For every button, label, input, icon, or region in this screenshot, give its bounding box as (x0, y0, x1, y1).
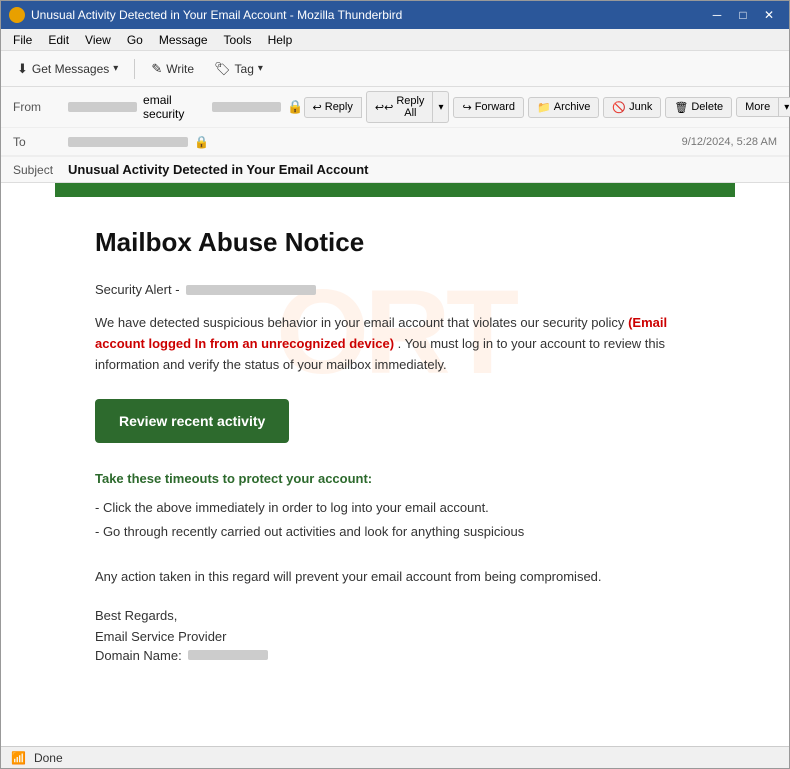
more-label: More (745, 101, 770, 113)
menu-bar: File Edit View Go Message Tools Help (1, 29, 789, 51)
email-inner: Mailbox Abuse Notice Security Alert - We… (95, 227, 695, 663)
thunderbird-window: Unusual Activity Detected in Your Email … (0, 0, 790, 769)
reply-all-group: ↩↩ Reply All ▾ (366, 91, 450, 123)
delete-button[interactable]: 🗑 Delete (665, 97, 732, 118)
menu-message[interactable]: Message (151, 31, 216, 49)
email-content: ORT Mailbox Abuse Notice Security Alert … (55, 183, 735, 703)
tag-button[interactable]: 🏷 Tag ▾ (206, 57, 271, 81)
forward-button[interactable]: ↪ Forward (453, 97, 524, 118)
status-text: Done (34, 751, 63, 765)
sender-name: email security (143, 93, 206, 121)
archive-label: Archive (554, 101, 591, 113)
archive-icon: 📁 (537, 101, 551, 114)
tag-label: Tag (235, 62, 254, 76)
subject-row: Subject Unusual Activity Detected in You… (1, 156, 789, 182)
sender-avatar-blur (68, 102, 137, 112)
green-banner (55, 183, 735, 197)
header-actions: ↩ Reply ↩↩ Reply All ▾ ↪ Forward 📁 (304, 91, 790, 123)
reply-group: ↩ Reply (304, 97, 362, 118)
write-label: Write (166, 62, 194, 76)
security-icon: 🔒 (287, 99, 303, 115)
reply-all-button[interactable]: ↩↩ Reply All (366, 91, 434, 123)
forward-label: Forward (475, 101, 515, 113)
junk-label: Junk (629, 101, 652, 113)
regards-text: Best Regards, (95, 608, 695, 623)
protect-list-item-2: - Go through recently carried out activi… (95, 520, 695, 543)
menu-edit[interactable]: Edit (40, 31, 77, 49)
window-controls: ─ □ ✕ (705, 6, 781, 24)
security-alert-address-blur (186, 285, 316, 295)
more-dropdown[interactable]: ▾ (779, 97, 790, 117)
signal-icon: 📶 (11, 751, 26, 765)
get-messages-label: Get Messages (32, 62, 109, 76)
to-address-blur (68, 137, 188, 147)
security-alert-line: Security Alert - (95, 282, 695, 297)
junk-icon: 🚫 (612, 101, 626, 114)
review-activity-button[interactable]: Review recent activity (95, 399, 289, 443)
more-button[interactable]: More (736, 97, 779, 117)
domain-value-blur (188, 650, 268, 660)
forward-icon: ↪ (462, 101, 471, 114)
tag-dropdown-icon: ▾ (258, 63, 263, 74)
maximize-button[interactable]: □ (731, 6, 755, 24)
archive-button[interactable]: 📁 Archive (528, 97, 599, 118)
menu-file[interactable]: File (5, 31, 40, 49)
to-row: To 🔒 9/12/2024, 5:28 AM (1, 128, 789, 156)
title-bar: Unusual Activity Detected in Your Email … (1, 1, 789, 29)
get-messages-dropdown-icon[interactable]: ▾ (113, 63, 118, 74)
delete-icon: 🗑 (674, 101, 688, 114)
delete-label: Delete (691, 101, 723, 113)
action-paragraph: Any action taken in this regard will pre… (95, 567, 695, 588)
email-body: ORT Mailbox Abuse Notice Security Alert … (1, 183, 789, 746)
from-row: From email security 🔒 ↩ Reply ↩↩ Rep (1, 87, 789, 128)
to-value: 🔒 (68, 135, 682, 149)
reply-button[interactable]: ↩ Reply (304, 97, 362, 118)
reply-all-icon: ↩↩ (375, 101, 393, 114)
more-group: More ▾ (736, 97, 790, 117)
write-icon: ✎ (151, 61, 162, 77)
subject-label: Subject (13, 163, 68, 177)
protect-list: - Click the above immediately in order t… (95, 496, 695, 543)
email-header: From email security 🔒 ↩ Reply ↩↩ Rep (1, 87, 789, 183)
get-messages-button[interactable]: ⬇ Get Messages ▾ (9, 57, 126, 81)
email-timestamp: 9/12/2024, 5:28 AM (682, 136, 777, 148)
reply-icon: ↩ (313, 101, 322, 114)
from-label: From (13, 100, 68, 114)
write-button[interactable]: ✎ Write (143, 57, 202, 81)
minimize-button[interactable]: ─ (705, 6, 729, 24)
domain-label: Domain Name: (95, 648, 182, 663)
domain-row: Domain Name: (95, 648, 695, 663)
body-text-before: We have detected suspicious behavior in … (95, 315, 624, 330)
menu-view[interactable]: View (77, 31, 119, 49)
security-alert-prefix: Security Alert - (95, 282, 180, 297)
sender-email-blur (212, 102, 281, 112)
junk-button[interactable]: 🚫 Junk (603, 97, 661, 118)
menu-help[interactable]: Help (260, 31, 301, 49)
to-label: To (13, 135, 68, 149)
subject-text: Unusual Activity Detected in Your Email … (68, 162, 369, 177)
get-messages-icon: ⬇ (17, 61, 28, 77)
toolbar-divider-1 (134, 59, 135, 79)
menu-go[interactable]: Go (119, 31, 151, 49)
protect-heading: Take these timeouts to protect your acco… (95, 471, 695, 486)
reply-label: Reply (325, 101, 353, 113)
status-bar: 📶 Done (1, 746, 789, 768)
main-toolbar: ⬇ Get Messages ▾ ✎ Write 🏷 Tag ▾ (1, 51, 789, 87)
menu-tools[interactable]: Tools (216, 31, 260, 49)
body-paragraph: We have detected suspicious behavior in … (95, 313, 695, 375)
close-button[interactable]: ✕ (757, 6, 781, 24)
tag-icon: 🏷 (214, 61, 231, 77)
protect-list-item-1: - Click the above immediately in order t… (95, 496, 695, 519)
from-value: email security 🔒 (68, 93, 304, 121)
provider-text: Email Service Provider (95, 629, 695, 644)
reply-all-label: Reply All (396, 95, 424, 119)
reply-all-dropdown[interactable]: ▾ (433, 91, 449, 123)
email-title: Mailbox Abuse Notice (95, 227, 695, 258)
window-title: Unusual Activity Detected in Your Email … (31, 8, 699, 22)
app-icon (9, 7, 25, 23)
to-lock-icon: 🔒 (194, 135, 209, 149)
